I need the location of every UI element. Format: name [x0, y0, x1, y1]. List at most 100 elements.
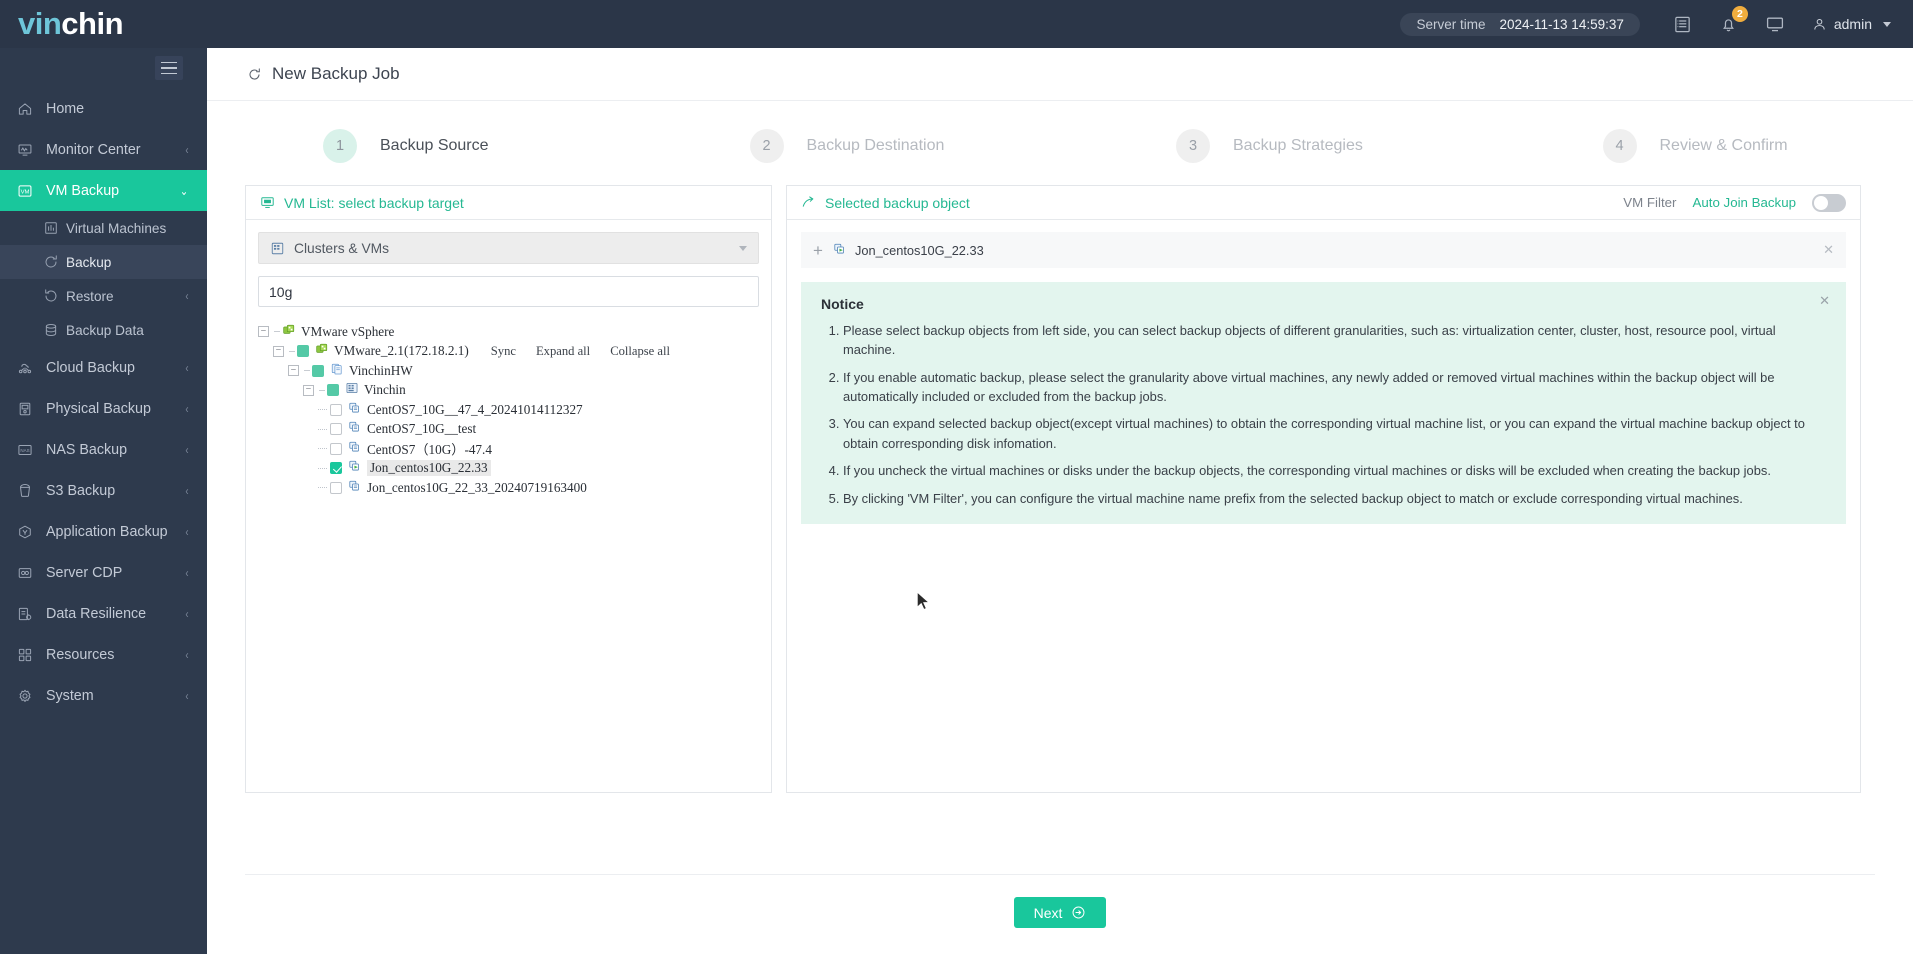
sidebar-item-monitor-center[interactable]: Monitor Center ‹ [0, 129, 207, 170]
tree-checkbox[interactable] [330, 481, 342, 494]
sidebar-item-server-cdp[interactable]: Server CDP ‹ [0, 552, 207, 593]
top-bar-right: Server time 2024-11-13 14:59:37 2 admin [1400, 0, 1913, 48]
step-label: Backup Strategies [1233, 137, 1363, 154]
auto-join-backup-toggle[interactable] [1812, 193, 1846, 212]
selected-object-row[interactable]: + Jon_centos10G_22.33 ✕ [801, 232, 1846, 268]
sidebar-item-physical-backup[interactable]: Physical Backup ‹ [0, 388, 207, 429]
sidebar-item-data-resilience[interactable]: Data Resilience ‹ [0, 593, 207, 634]
bell-icon[interactable]: 2 [1706, 0, 1752, 48]
close-icon[interactable]: ✕ [1823, 242, 1834, 258]
tree-node[interactable]: − VMware_2.1(172.18.2.1) Sync Expand all Col… [258, 342, 759, 362]
tree-node[interactable]: Jon_centos10G_22.33 [258, 459, 759, 479]
chevron-icon: ‹ [185, 142, 189, 157]
tree-node[interactable]: − VMware vSphere [258, 322, 759, 342]
next-button[interactable]: Next [1013, 897, 1107, 928]
selected-object-icon-glyph [833, 242, 847, 259]
sidebar-item-resources[interactable]: Resources ‹ [0, 634, 207, 675]
tree-checkbox[interactable] [330, 403, 342, 416]
tree-node-label: VinchinHW [349, 362, 413, 378]
notification-badge: 2 [1731, 6, 1748, 22]
tree-action-sync[interactable]: Sync [491, 344, 516, 359]
sidebar-item-nas-backup[interactable]: NAS NAS Backup ‹ [0, 429, 207, 470]
vm-filter-button[interactable]: VM Filter [1623, 195, 1676, 210]
chevron-icon: ⌄ [179, 183, 188, 198]
cloud-icon [18, 363, 32, 373]
server-time: Server time 2024-11-13 14:59:37 [1400, 12, 1640, 36]
tree-expander[interactable]: − [288, 365, 299, 377]
resilience-icon [17, 606, 43, 622]
step-review-confirm[interactable]: 4 Review & Confirm [1487, 129, 1913, 163]
tree-checkbox[interactable] [330, 462, 342, 475]
notice-item: If you uncheck the virtual machines or d… [843, 461, 1826, 480]
sidebar-subitem-label: Virtual Machines [66, 220, 167, 236]
console-icon[interactable] [1752, 0, 1798, 48]
step-backup-destination[interactable]: 2 Backup Destination [634, 129, 1061, 163]
tree-expander[interactable]: − [273, 345, 284, 357]
auto-join-backup-label[interactable]: Auto Join Backup [1693, 195, 1797, 210]
tree-line [289, 350, 295, 352]
tree-line [318, 428, 327, 430]
sidebar-item-application-backup[interactable]: Application Backup ‹ [0, 511, 207, 552]
sidebar-subitem-virtual-machines[interactable]: Virtual Machines [0, 211, 207, 245]
chevron-icon: ‹ [185, 289, 189, 303]
tree-action-collapse-all[interactable]: Collapse all [610, 344, 670, 359]
sidebar: Home Monitor Center ‹ VM VM Backup ⌄ Virtual M… [0, 48, 207, 954]
tree-node[interactable]: CentOS7_10G__test [258, 420, 759, 440]
tree-checkbox[interactable] [312, 364, 324, 377]
sidebar-subitem-backup[interactable]: Backup [0, 245, 207, 279]
sidebar-subitem-backup-data[interactable]: Backup Data [0, 313, 207, 347]
vm-list-icon [261, 197, 274, 208]
vm-stopped-icon [349, 480, 359, 491]
vm-running-icon [834, 243, 844, 253]
scope-select[interactable]: Clusters & VMs [258, 232, 759, 264]
chevron-icon: ‹ [185, 442, 189, 457]
tree-node[interactable]: − Vinchin [258, 381, 759, 401]
tree-node-icon [330, 362, 344, 380]
sidebar-item-label: VM Backup [46, 182, 120, 199]
tree-checkbox[interactable] [327, 384, 339, 397]
tree-node[interactable]: CentOS7_10G__47_4_20241014112327 [258, 400, 759, 420]
arrow-right-circle-icon [1072, 906, 1085, 919]
notice-item: Please select backup objects from left s… [843, 321, 1826, 360]
chevron-icon: ‹ [185, 565, 189, 580]
step-backup-source[interactable]: 1 Backup Source [207, 129, 634, 163]
tree-node-icon [348, 420, 362, 438]
chevron-icon: ‹ [185, 524, 189, 539]
search-input[interactable] [258, 276, 759, 307]
step-backup-strategies[interactable]: 3 Backup Strategies [1060, 129, 1487, 163]
database-icon [43, 322, 66, 338]
vm-stopped-icon [349, 402, 359, 413]
tree-checkbox[interactable] [330, 423, 342, 436]
tree-checkbox[interactable] [330, 442, 342, 455]
sidebar-item-system[interactable]: System ‹ [0, 675, 207, 716]
tree-node[interactable]: − VinchinHW [258, 361, 759, 381]
tree-node[interactable]: CentOS7（10G）-47.4 [258, 439, 759, 459]
sidebar-item-vm-backup[interactable]: VM VM Backup ⌄ [0, 170, 207, 211]
tree-action-expand-all[interactable]: Expand all [536, 344, 590, 359]
scope-select-value: Clusters & VMs [294, 240, 390, 256]
close-icon[interactable]: ✕ [1819, 293, 1830, 309]
user-menu[interactable]: admin [1798, 16, 1891, 32]
sidebar-subitem-restore[interactable]: Restore ‹ [0, 279, 207, 313]
sidebar-item-label: Monitor Center [46, 141, 141, 158]
sidebar-item-label: System [46, 687, 94, 704]
tree-node[interactable]: Jon_centos10G_22_33_20240719163400 [258, 478, 759, 498]
sidebar-item-s3-backup[interactable]: S3 Backup ‹ [0, 470, 207, 511]
chevron-down-icon [1883, 21, 1891, 27]
app-logo[interactable]: vin chin [0, 0, 207, 48]
gear-icon [19, 689, 31, 702]
log-icon[interactable] [1660, 0, 1706, 48]
sidebar-item-cloud-backup[interactable]: Cloud Backup ‹ [0, 347, 207, 388]
chevron-icon: ‹ [185, 401, 189, 416]
tree-node-icon [348, 401, 362, 419]
tree-expander[interactable]: − [303, 384, 314, 396]
sidebar-item-home[interactable]: Home [0, 88, 207, 129]
chevron-icon: ‹ [185, 483, 189, 498]
hamburger-icon[interactable] [155, 56, 183, 80]
main-content: New Backup Job 1 Backup Source 2 Backup Des… [207, 48, 1913, 954]
tree-checkbox[interactable] [297, 345, 309, 358]
tree-expander[interactable]: − [258, 326, 269, 338]
vm-list-panel: VM List: select backup target Clusters &… [245, 185, 772, 793]
plus-icon[interactable]: + [813, 242, 823, 259]
tree-node-icon [315, 342, 329, 360]
